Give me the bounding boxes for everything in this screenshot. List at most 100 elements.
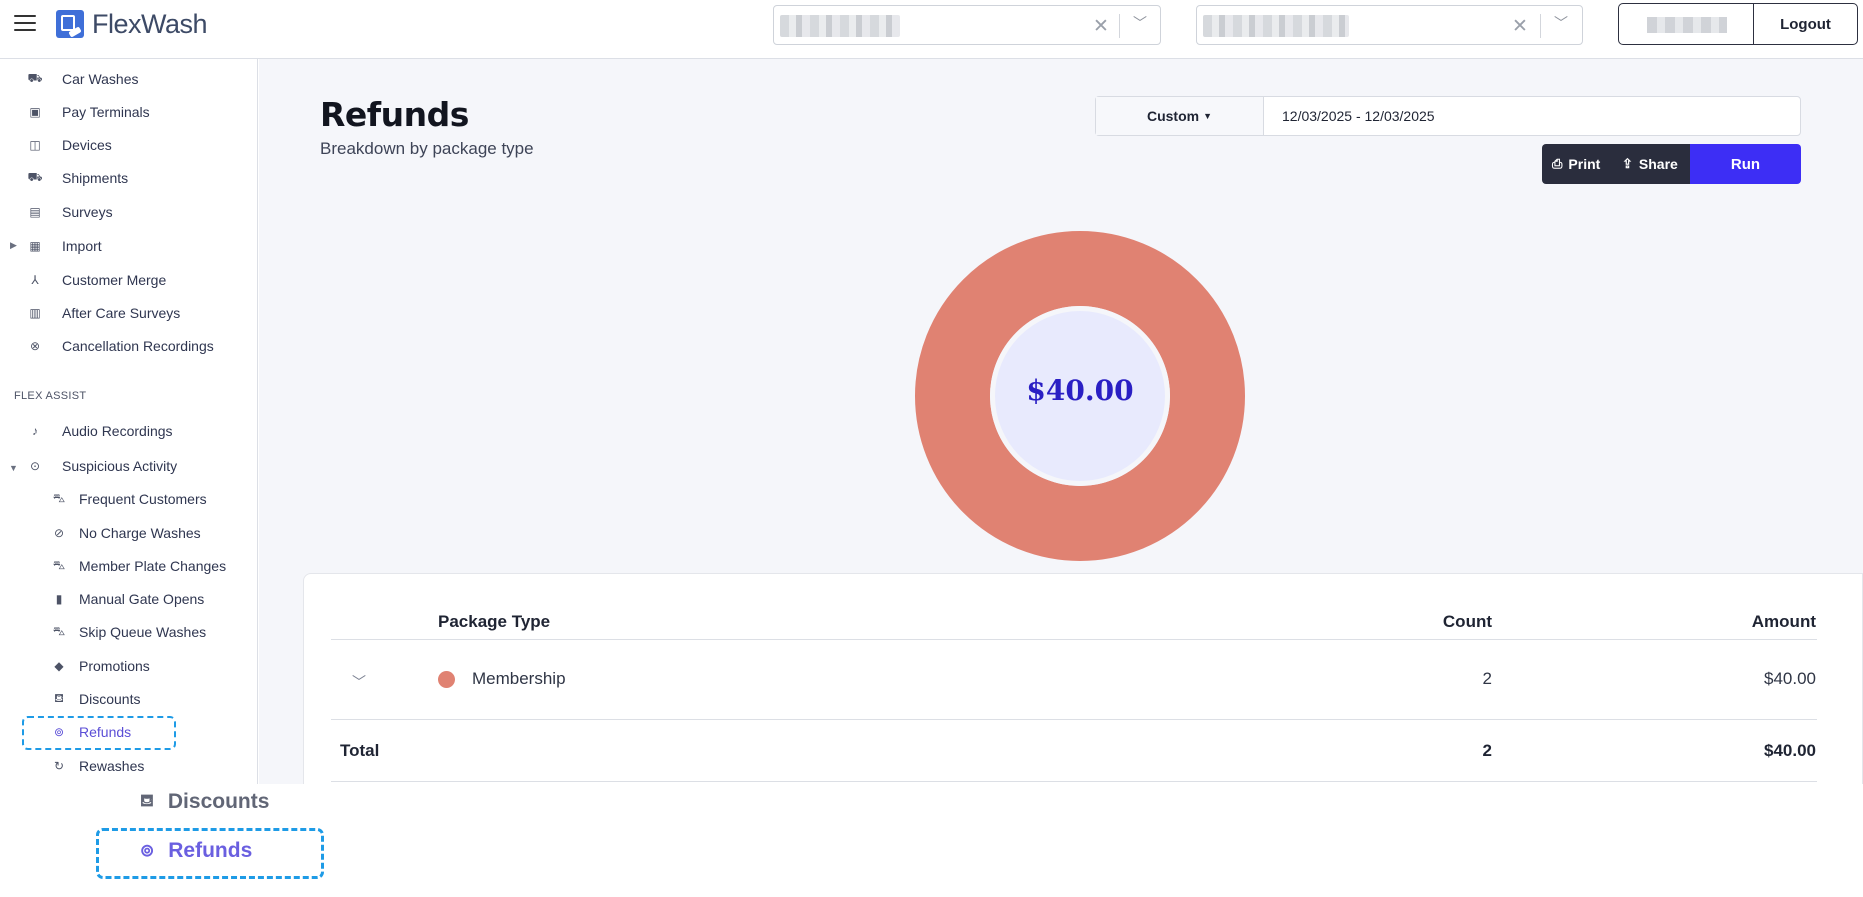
car-wash-icon: ⛟ — [27, 71, 43, 85]
main-content: Refunds Breakdown by package type Custom… — [259, 59, 1863, 802]
sidebar-item-label: Devices — [62, 137, 112, 153]
location-select[interactable]: ✕ ﹀ — [773, 5, 1161, 45]
sidebar-item-label: Suspicious Activity — [62, 458, 178, 474]
redacted-value — [780, 15, 900, 37]
sidebar-item-after-care-surveys[interactable]: ▥ After Care Surveys — [27, 298, 180, 328]
range-preset-label: Custom — [1146, 108, 1200, 124]
file-import-icon: ▦ — [29, 239, 41, 253]
sidebar-item-label: Rewashes — [79, 758, 145, 774]
gate-icon: ▮ — [55, 592, 63, 606]
no-charge-icon: ⊘ — [53, 526, 65, 540]
sidebar-item-label: Cancellation Recordings — [62, 338, 214, 354]
sidebar-item-label: Customer Merge — [62, 272, 167, 288]
brand-name: FlexWash — [92, 8, 208, 39]
date-range-input[interactable]: 12/03/2025 - 12/03/2025 — [1264, 97, 1800, 135]
row-divider — [331, 719, 1817, 720]
print-label: Print — [1568, 156, 1601, 172]
sidebar-item-label: Discounts — [79, 691, 141, 707]
sidebar-item-suspicious-activity[interactable]: ⊙ Suspicious Activity — [27, 451, 177, 481]
skip-queue-icon: ⛍ — [52, 624, 66, 638]
site-select[interactable]: ✕ ﹀ — [1196, 5, 1583, 45]
sidebar-item-pay-terminals[interactable]: ▣ Pay Terminals — [27, 97, 150, 127]
select-divider — [1540, 14, 1541, 38]
sidebar-item-label: Member Plate Changes — [79, 558, 227, 574]
inset-item-discounts[interactable]: ⛾ Discounts — [140, 790, 269, 814]
column-header-package-type: Package Type — [438, 612, 551, 631]
truck-icon: ⛟ — [27, 170, 43, 184]
sidebar-item-skip-queue-washes[interactable]: ⛍ Skip Queue Washes — [51, 617, 206, 647]
redacted-value — [1203, 15, 1349, 37]
sidebar-item-label: Pay Terminals — [62, 104, 150, 120]
caret-down-icon: ▼ — [1203, 111, 1213, 121]
select-divider — [1119, 14, 1120, 38]
sidebar-item-audio-recordings[interactable]: ♪ Audio Recordings — [27, 416, 173, 446]
refund-icon: ⊚ — [53, 725, 65, 739]
caret-down-icon[interactable]: ▼ — [9, 463, 18, 473]
clear-icon[interactable]: ✕ — [1512, 15, 1528, 38]
rewash-icon: ↻ — [53, 759, 65, 773]
sidebar-item-label: Promotions — [79, 658, 150, 674]
sidebar-item-frequent-customers[interactable]: ⛍ Frequent Customers — [51, 484, 207, 514]
chevron-down-icon[interactable]: ﹀ — [352, 672, 366, 692]
sidebar-item-car-washes[interactable]: ⛟ Car Washes — [27, 64, 139, 94]
tag-icon: ◆ — [54, 659, 64, 673]
share-label: Share — [1638, 156, 1678, 172]
merge-icon: ⅄ — [31, 273, 39, 287]
pay-terminal-icon: ▣ — [29, 105, 41, 119]
user-account-button[interactable] — [1619, 4, 1754, 44]
sidebar-item-rewashes[interactable]: ↻ Rewashes — [51, 751, 144, 781]
sidebar-item-label: Car Washes — [62, 71, 139, 87]
print-button[interactable]: ⎙ Print — [1542, 144, 1618, 184]
sidebar-item-cancellation-recordings[interactable]: ⊗ Cancellation Recordings — [27, 331, 214, 361]
printer-icon: ⎙ — [1552, 156, 1563, 171]
sidebar-item-customer-merge[interactable]: ⅄ Customer Merge — [27, 265, 166, 295]
sidebar-item-shipments[interactable]: ⛟ Shipments — [27, 163, 128, 193]
cart-discount-icon: ⛾ — [54, 691, 64, 705]
logout-button[interactable]: Logout — [1754, 4, 1857, 44]
redacted-username — [1647, 17, 1727, 33]
sidebar-item-label: After Care Surveys — [62, 305, 181, 321]
row-amount: $40.00 — [1764, 669, 1816, 688]
donut-center-value: $40.00 — [1026, 374, 1134, 407]
car-front-icon: ⛍ — [52, 558, 66, 572]
chevron-down-icon[interactable]: ﹀ — [1133, 13, 1147, 33]
chevron-down-icon[interactable]: ﹀ — [1554, 13, 1568, 33]
sidebar-item-no-charge-washes[interactable]: ⊘ No Charge Washes — [51, 518, 201, 548]
sidebar-item-refunds[interactable]: ⊚ Refunds — [51, 717, 131, 747]
hamburger-icon[interactable] — [14, 15, 36, 33]
sidebar-item-label: Shipments — [62, 170, 129, 186]
clear-icon[interactable]: ✕ — [1093, 15, 1109, 38]
flexwash-logo-icon — [56, 10, 84, 38]
caret-right-icon[interactable]: ▶ — [10, 240, 17, 251]
range-preset-dropdown[interactable]: Custom ▼ — [1096, 97, 1264, 135]
sidebar-item-surveys[interactable]: ▤ Surveys — [27, 197, 112, 227]
sidebar: ⛟ Car Washes ▣ Pay Terminals ◫ Devices ⛟ Shi… — [0, 59, 258, 784]
music-note-icon: ♪ — [32, 424, 38, 438]
share-button[interactable]: ⇪ Share — [1618, 144, 1690, 184]
report-actions: ⎙ Print ⇪ Share Run — [1542, 144, 1801, 184]
focus-highlight-zoomed — [96, 828, 324, 879]
package-table-card: Package Type Count Amount ﹀ Membership 2… — [303, 573, 1863, 802]
inset-item-label: Discounts — [167, 790, 270, 813]
sidebar-item-label: Manual Gate Opens — [79, 591, 205, 607]
total-count: 2 — [1482, 741, 1492, 760]
column-header-amount: Amount — [1751, 612, 1816, 631]
sidebar-item-manual-gate-opens[interactable]: ▮ Manual Gate Opens — [51, 584, 205, 614]
sidebar-item-discounts[interactable]: ⛾ Discounts — [51, 684, 140, 714]
section-label-flex-assist: FLEX ASSIST — [14, 390, 87, 402]
row-package-name: Membership — [472, 669, 566, 688]
sidebar-item-devices[interactable]: ◫ Devices — [27, 130, 112, 160]
run-button[interactable]: Run — [1690, 144, 1801, 184]
user-controls: Logout — [1618, 3, 1858, 45]
alert-circle-icon: ⊙ — [29, 459, 41, 473]
brand-logo[interactable]: FlexWash — [56, 8, 208, 40]
car-icon: ⛍ — [52, 491, 66, 505]
sidebar-item-import[interactable]: ▦ Import — [27, 231, 102, 261]
sidebar-item-member-plate-changes[interactable]: ⛍ Member Plate Changes — [51, 551, 226, 581]
sidebar-item-promotions[interactable]: ◆ Promotions — [51, 651, 150, 681]
sidebar-item-label: Skip Queue Washes — [79, 624, 207, 640]
sidebar-item-label: Import — [62, 238, 102, 254]
page-title: Refunds — [320, 95, 469, 134]
top-bar: FlexWash ✕ ﹀ ✕ ﹀ Logout — [0, 0, 1863, 59]
sidebar-item-label: Refunds — [79, 724, 132, 740]
